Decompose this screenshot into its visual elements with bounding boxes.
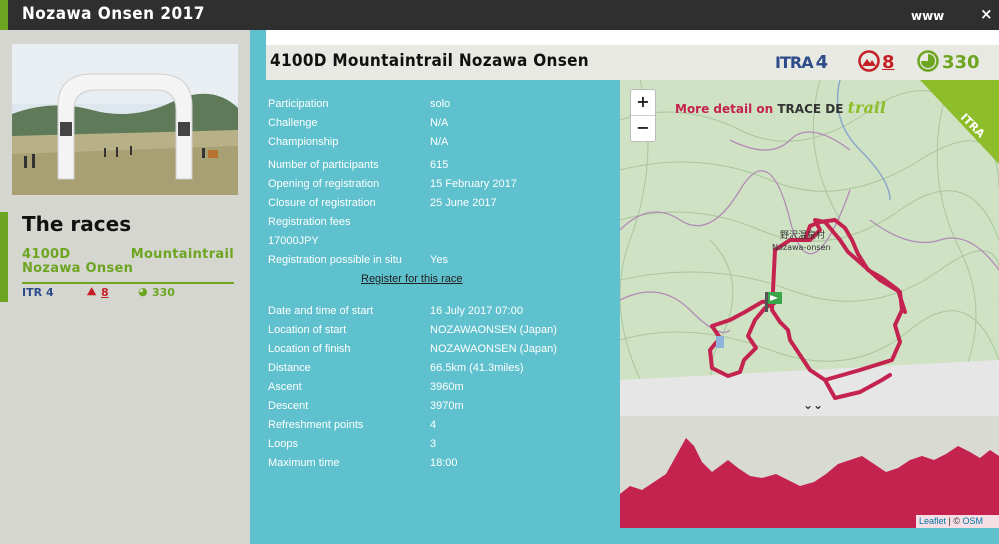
detail-label: Registration possible in situ xyxy=(268,254,402,266)
detail-value: 4 xyxy=(430,419,437,431)
race-link-underline xyxy=(22,282,234,284)
expand-profile-icon[interactable]: ⌄⌄ xyxy=(803,398,823,412)
mountain-mini-value: 8 xyxy=(101,286,109,299)
detail-label: Challenge xyxy=(268,117,318,129)
title-accent xyxy=(0,0,8,30)
zoom-in-button[interactable]: + xyxy=(631,90,655,116)
detail-label: Distance xyxy=(268,362,311,374)
detail-label: 17000JPY xyxy=(268,235,319,247)
detail-label: Opening of registration xyxy=(268,178,380,190)
detail-value: 615 xyxy=(430,159,449,171)
points-icon xyxy=(917,50,939,72)
window-title: Nozawa Onsen 2017 xyxy=(22,4,205,24)
detail-value: 3970m xyxy=(430,400,464,412)
leaflet-link[interactable]: Leaflet xyxy=(919,516,946,526)
course-map[interactable]: 野沢温泉村 Nozawa-onsen ITRA xyxy=(620,80,999,416)
detail-label: Registration fees xyxy=(268,216,351,228)
osm-link[interactable]: OSM xyxy=(963,516,984,526)
detail-value: 18:00 xyxy=(430,457,458,469)
detail-label: Number of participants xyxy=(268,159,379,171)
itra-value: 4 xyxy=(815,52,829,73)
more-detail-label: More detail on xyxy=(675,102,774,116)
detail-label: Participation xyxy=(268,98,329,110)
mountain-value: 8 xyxy=(882,52,895,73)
trace-de-trail-link[interactable]: More detail on TRACE DE trail xyxy=(675,98,886,117)
close-button[interactable]: × xyxy=(980,5,993,23)
races-heading: The races xyxy=(22,212,132,236)
detail-label: Loops xyxy=(268,438,298,450)
map-zoom-control: + − xyxy=(630,89,656,142)
detail-value: 15 February 2017 xyxy=(430,178,517,190)
points-mini-value: 330 xyxy=(152,286,175,299)
races-accent xyxy=(0,212,8,302)
map-attribution: Leaflet | © OSM xyxy=(916,515,999,528)
trace-de-label: TRACE DE xyxy=(777,102,844,116)
race-title: 4100D Mountaintrail Nozawa Onsen xyxy=(270,51,589,71)
detail-label: Championship xyxy=(268,136,339,148)
mountain-mini-icon: ⛰ xyxy=(87,285,97,298)
detail-label: Refreshment points xyxy=(268,419,364,431)
detail-value: Yes xyxy=(430,254,448,266)
points-mini-icon: ◕ xyxy=(138,285,148,298)
map-place-label-en: Nozawa-onsen xyxy=(772,243,831,252)
itra-mini-icon: ITR xyxy=(22,286,43,299)
detail-value: 3 xyxy=(430,438,437,450)
detail-value: NOZAWAONSEN (Japan) xyxy=(430,343,557,355)
elevation-profile xyxy=(620,416,999,528)
mountain-icon xyxy=(858,50,880,72)
points-badge: 330 xyxy=(917,50,980,73)
sidebar-race-link[interactable]: 4100D Mountaintrail Nozawa Onsen xyxy=(22,248,234,276)
race-photo xyxy=(12,44,238,195)
itra-badge: ITRA 4 xyxy=(775,52,828,73)
itra-icon: ITRA xyxy=(775,53,814,72)
detail-value: N/A xyxy=(430,117,449,129)
detail-value: 25 June 2017 xyxy=(430,197,497,209)
detail-label: Location of finish xyxy=(268,343,351,355)
map-place-label-jp: 野沢温泉村 xyxy=(780,229,825,241)
detail-label: Date and time of start xyxy=(268,305,374,317)
detail-label: Location of start xyxy=(268,324,347,336)
detail-label: Ascent xyxy=(268,381,302,393)
trail-label: trail xyxy=(847,98,886,117)
window-titlebar: Nozawa Onsen 2017 www × xyxy=(0,0,999,30)
sidebar: The races 4100D Mountaintrail Nozawa Ons… xyxy=(0,30,250,544)
mountain-badge: 8 xyxy=(858,50,895,73)
detail-value: solo xyxy=(430,98,451,110)
register-link[interactable]: Register for this race xyxy=(361,273,462,285)
detail-value: 3960m xyxy=(430,381,464,393)
points-value: 330 xyxy=(942,52,980,73)
detail-label: Descent xyxy=(268,400,309,412)
detail-value: NOZAWAONSEN (Japan) xyxy=(430,324,557,336)
attribution-separator: | © xyxy=(946,516,963,526)
header-strip xyxy=(266,30,999,45)
detail-label: Closure of registration xyxy=(268,197,376,209)
detail-value: 66.5km (41.3miles) xyxy=(430,362,524,374)
detail-label: Maximum time xyxy=(268,457,340,469)
detail-value: N/A xyxy=(430,136,449,148)
itra-mini-value: 4 xyxy=(46,286,54,299)
www-link[interactable]: www xyxy=(911,9,944,23)
detail-value: 16 July 2017 07:00 xyxy=(430,305,523,317)
zoom-out-button[interactable]: − xyxy=(631,116,655,142)
